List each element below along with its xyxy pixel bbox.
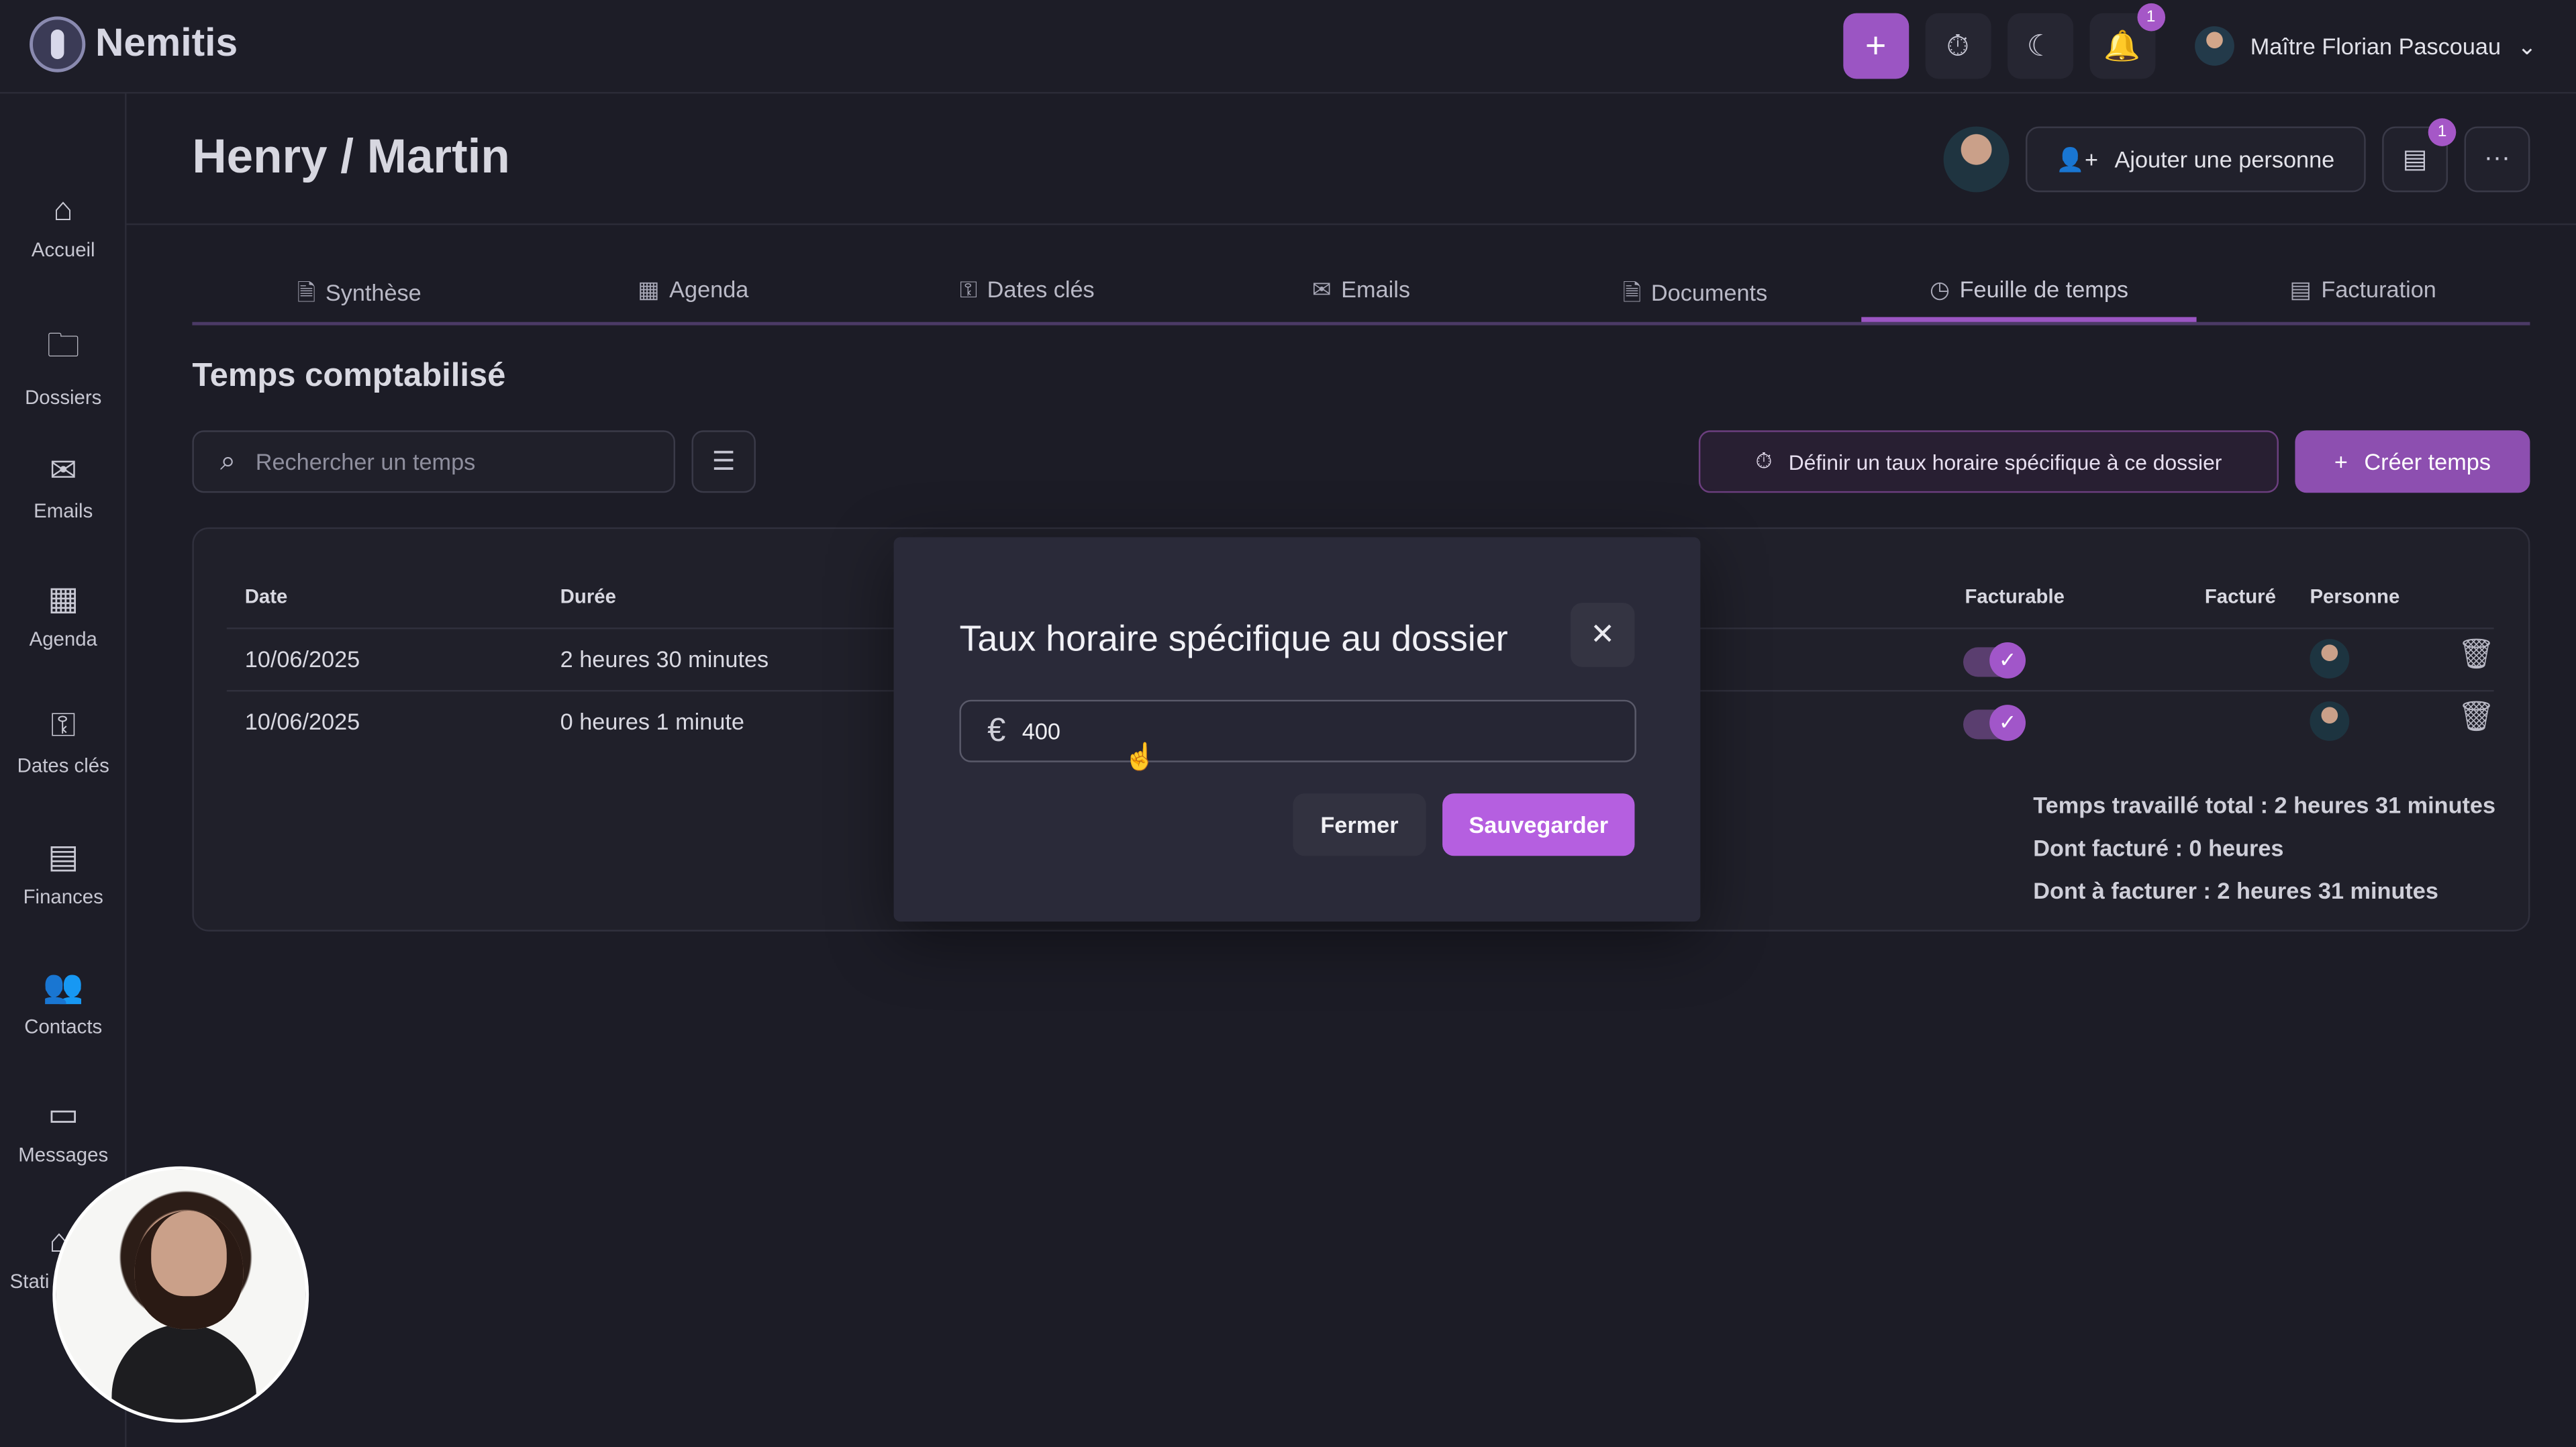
column-billable: Facturable <box>1965 585 2065 608</box>
chat-icon: ▤ <box>2402 146 2428 174</box>
plus-icon: + <box>2334 448 2348 475</box>
dark-mode-button[interactable]: ☾ <box>2007 13 2073 79</box>
total-to-bill: Dont à facturer : 2 heures 31 minutes <box>2033 877 2438 904</box>
user-name: Maître Florian Pascouau <box>2250 32 2501 60</box>
tab-dates-cles[interactable]: ⚿ Dates clés <box>860 263 1195 322</box>
row-1-person-avatar <box>2310 639 2350 679</box>
set-hourly-rate-button[interactable]: ⏱ Définir un taux horaire spécifique à c… <box>1698 430 2279 493</box>
row-2-trash-icon[interactable]: 🗑 <box>2458 700 2495 734</box>
users-icon: 👥 <box>42 969 84 1005</box>
column-billed: Facturé <box>2204 585 2276 608</box>
key-icon: ⚿ <box>50 707 76 744</box>
tab-feuille-de-temps[interactable]: ◷ Feuille de temps <box>1862 263 2196 322</box>
notification-badge: 1 <box>2136 3 2165 32</box>
sidebar-item-finances[interactable]: ▤ Finances <box>0 836 126 909</box>
bell-icon: 🔔 <box>2103 28 2141 62</box>
key-icon: ⚿ <box>959 276 977 303</box>
app-name: Nemitis <box>95 21 238 66</box>
moon-icon: ☾ <box>2026 28 2054 62</box>
row-1-duration: 2 heures 30 minutes <box>560 645 769 672</box>
row-2-duration: 0 heures 1 minute <box>560 707 744 735</box>
sidebar-item-dossiers[interactable]: 🗀 Dossiers <box>0 322 126 409</box>
chat-badge: 1 <box>2428 118 2457 146</box>
column-duration: Durée <box>560 585 616 608</box>
modal-close-button[interactable]: ✕ <box>1571 603 1635 667</box>
time-totals: Temps travaillé total : 2 heures 31 minu… <box>2033 784 2495 912</box>
calendar-icon: ▦ <box>48 581 79 618</box>
mail-icon: ✉ <box>1311 276 1332 303</box>
search-icon: ⌕ <box>219 445 236 477</box>
page-title: Henry / Martin <box>192 131 510 185</box>
row-1-trash-icon[interactable]: 🗑 <box>2458 638 2495 672</box>
clock-icon: ◷ <box>1930 276 1950 303</box>
hourly-rate-input[interactable] <box>1022 717 1548 744</box>
sidebar-item-emails[interactable]: ✉ Emails <box>0 450 126 523</box>
home-icon: ⌂ <box>53 192 74 229</box>
total-billed: Dont facturé : 0 heures <box>2033 834 2284 861</box>
file-icon: 🗎 <box>1622 279 1642 306</box>
sidebar-item-dates-cles[interactable]: ⚿ Dates clés <box>0 708 126 777</box>
calendar-icon: ▦ <box>638 276 660 303</box>
lighthouse-logo-icon <box>30 16 86 72</box>
receipt-icon: ▤ <box>48 839 79 876</box>
filter-icon: ☰ <box>711 448 736 477</box>
modal-title: Taux horaire spécifique au dossier <box>959 617 1508 659</box>
user-avatar <box>2194 26 2234 66</box>
section-title: Temps comptabilisé <box>192 358 506 395</box>
row-2-person-avatar <box>2310 701 2350 741</box>
row-2-billable-toggle[interactable] <box>1963 705 2026 741</box>
invoice-icon: ▤ <box>2289 276 2312 303</box>
case-tabs: 🗎 Synthèse ▦ Agenda ⚿ Dates clés ✉ Emails 🗎 D… <box>192 263 2530 326</box>
sidebar-item-messages[interactable]: ▭ Messages <box>0 1094 126 1166</box>
create-time-button[interactable]: + Créer temps <box>2295 430 2530 493</box>
total-worked: Temps travaillé total : 2 heures 31 minu… <box>2033 791 2496 818</box>
search-input[interactable] <box>255 448 617 475</box>
tab-emails[interactable]: ✉ Emails <box>1194 263 1528 322</box>
close-modal-button[interactable]: Fermer <box>1293 793 1426 856</box>
document-icon: 🗎 <box>297 279 316 306</box>
filter-button[interactable]: ☰ <box>691 430 756 493</box>
page-header: Henry / Martin 👤+ Ajouter une personne ▤… <box>126 94 2576 226</box>
sidebar-item-accueil[interactable]: ⌂ Accueil <box>0 192 126 261</box>
chat-button[interactable]: ▤ 1 <box>2382 118 2457 193</box>
timer-icon: ⏱ <box>1946 28 1970 62</box>
user-plus-icon: 👤+ <box>2056 145 2099 172</box>
tab-synthese[interactable]: 🗎 Synthèse <box>192 263 526 322</box>
tab-agenda[interactable]: ▦ Agenda <box>526 263 860 322</box>
save-button[interactable]: Sauvegarder <box>1442 793 1635 856</box>
top-bar: Nemitis + ⏱ ☾ 🔔 1 Maître Florian Pascoua… <box>0 0 2576 94</box>
more-options-button[interactable]: ··· <box>2464 126 2530 193</box>
tab-facturation[interactable]: ▤ Facturation <box>2196 263 2530 322</box>
mail-icon: ✉ <box>49 453 77 490</box>
tab-documents[interactable]: 🗎 Documents <box>1528 263 1863 322</box>
time-search[interactable]: ⌕ <box>192 430 676 493</box>
webcam-overlay <box>52 1166 309 1423</box>
message-icon: ▭ <box>48 1097 79 1134</box>
timer-icon: ⏱ <box>1755 448 1773 473</box>
row-2-date: 10/06/2025 <box>244 707 360 735</box>
hourly-rate-modal: Taux horaire spécifique au dossier ✕ € F… <box>893 537 1701 922</box>
quick-add-button[interactable]: + <box>1842 13 1909 79</box>
case-avatar[interactable] <box>1942 126 2009 193</box>
add-person-button[interactable]: 👤+ Ajouter une personne <box>2024 126 2366 193</box>
chevron-down-icon: ⌄ <box>2517 32 2537 58</box>
mouse-cursor-icon: ☝ <box>1124 744 1156 772</box>
row-1-billable-toggle[interactable] <box>1963 642 2026 679</box>
column-date: Date <box>244 585 288 608</box>
app-logo[interactable]: Nemitis <box>30 16 238 72</box>
timer-button[interactable]: ⏱ <box>1925 13 1991 79</box>
folder-icon: 🗀 <box>46 328 80 365</box>
hourly-rate-field[interactable]: € <box>959 699 1636 762</box>
row-1-date: 10/06/2025 <box>244 645 360 672</box>
more-icon: ··· <box>2483 144 2511 173</box>
user-menu[interactable]: Maître Florian Pascouau ⌄ <box>2194 26 2536 66</box>
euro-icon: € <box>987 712 1006 748</box>
sidebar-item-agenda[interactable]: ▦ Agenda <box>0 579 126 650</box>
column-person: Personne <box>2310 585 2400 608</box>
sidebar-item-contacts[interactable]: 👥 Contacts <box>0 966 126 1038</box>
notifications-button[interactable]: 🔔 1 <box>2089 3 2165 79</box>
close-icon: ✕ <box>1590 617 1616 651</box>
